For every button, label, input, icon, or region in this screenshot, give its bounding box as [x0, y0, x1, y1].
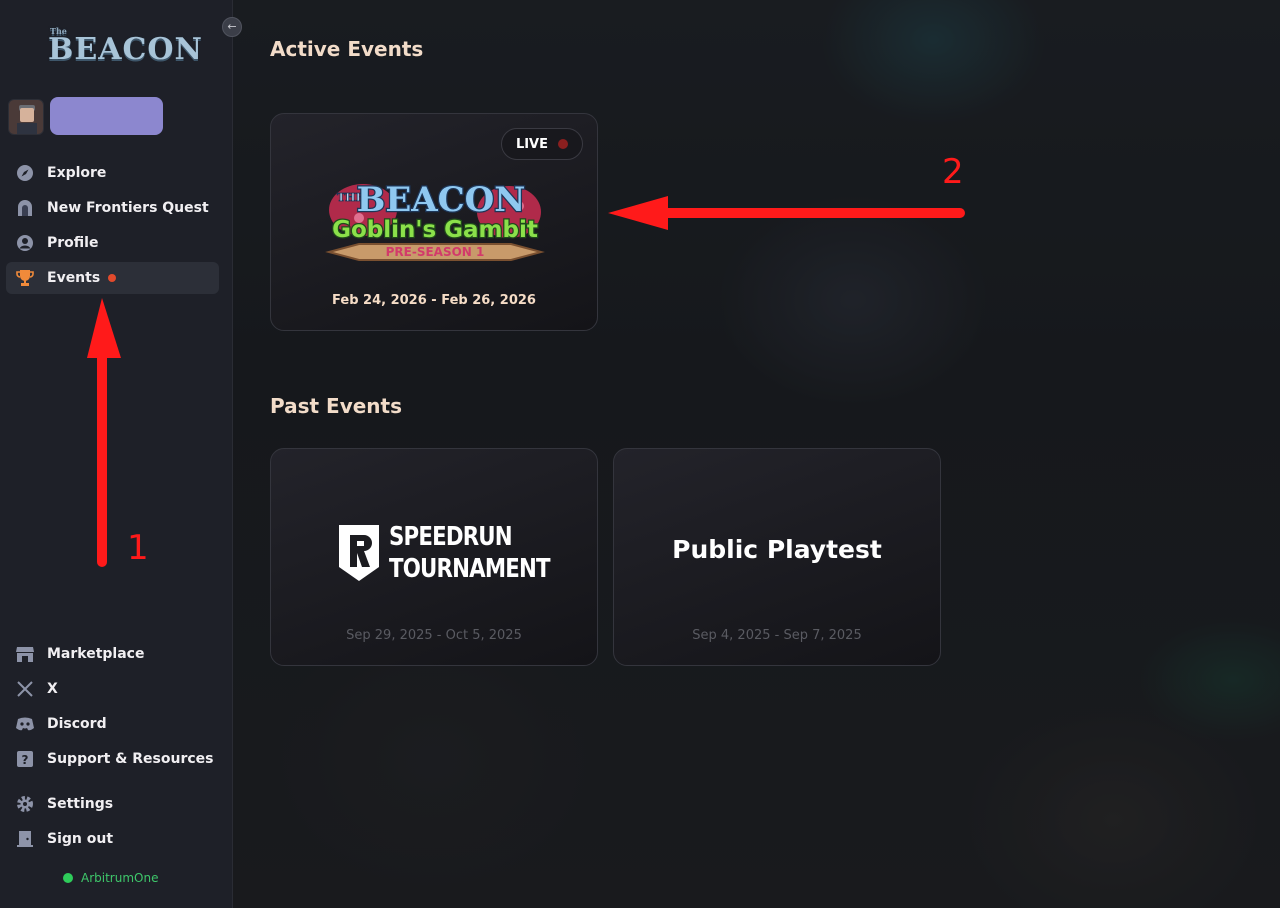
main-nav: Explore New Frontiers Quest Profile Even… [6, 157, 219, 297]
nav-item-x[interactable]: X [6, 673, 219, 705]
speedrun-shield-icon [339, 525, 379, 581]
collapse-sidebar-button[interactable]: ← [222, 17, 242, 37]
nav-item-profile[interactable]: Profile [6, 227, 219, 259]
nav-item-events[interactable]: Events [6, 262, 219, 294]
live-badge-label: LIVE [515, 136, 548, 152]
nav-item-marketplace[interactable]: Marketplace [6, 638, 219, 670]
logo-season-label: PRE-SEASON 1 [386, 245, 485, 259]
network-indicator[interactable]: ArbitrumOne [63, 871, 158, 885]
svg-text:?: ? [22, 753, 29, 767]
logo-title-text: BEACON [48, 32, 203, 67]
nav-label-support: Support & Resources [47, 751, 214, 767]
nav-item-settings[interactable]: Settings [6, 788, 219, 820]
nav-label-sign-out: Sign out [47, 831, 114, 847]
portal-icon [15, 198, 35, 218]
logo-subtitle-label: Goblin's Gambit [332, 217, 538, 243]
nav-label-new-frontiers-quest: New Frontiers Quest [47, 200, 209, 216]
event-dates: Feb 24, 2026 - Feb 26, 2026 [332, 293, 536, 308]
discord-icon [15, 714, 35, 734]
past-events-title: Past Events [270, 394, 403, 418]
sidebar: The BEACON Explore New Frontiers Quest P… [0, 0, 233, 908]
nav-item-discord[interactable]: Discord [6, 708, 219, 740]
playtest-title: Public Playtest [672, 535, 882, 564]
nav-item-sign-out[interactable]: Sign out [6, 823, 219, 855]
live-dot [558, 139, 568, 149]
logo-beacon-label: BEACON [357, 180, 526, 220]
event-card-goblins-gambit[interactable]: LIVE THE BEACON Goblin's Gambit PRE-SEAS… [270, 113, 598, 331]
compass-icon [15, 163, 35, 183]
event-dates: Sep 29, 2025 - Oct 5, 2025 [346, 628, 522, 643]
nav-label-settings: Settings [47, 796, 114, 812]
x-logo-icon [15, 679, 35, 699]
nav-item-new-frontiers-quest[interactable]: New Frontiers Quest [6, 192, 219, 224]
live-badge: LIVE [500, 128, 583, 160]
store-icon [15, 644, 35, 664]
speedrun-logo: SPEEDRUN TOURNAMENT [337, 521, 585, 585]
nav-label-discord: Discord [47, 716, 107, 732]
nav-label-explore: Explore [47, 165, 107, 181]
annotation-label-2: 2 [942, 152, 964, 192]
event-card-public-playtest[interactable]: Public Playtest Sep 4, 2025 - Sep 7, 202… [613, 448, 941, 666]
nav-item-explore[interactable]: Explore [6, 157, 219, 189]
network-status-dot [63, 873, 73, 883]
annotation-label-1: 1 [127, 528, 149, 568]
event-card-speedrun-tournament[interactable]: SPEEDRUN TOURNAMENT Sep 29, 2025 - Oct 5… [270, 448, 598, 666]
speedrun-title-line1: SPEEDRUN [389, 522, 513, 552]
beacon-logo[interactable]: The BEACON [44, 26, 202, 70]
user-circle-icon [15, 233, 35, 253]
username-pill[interactable] [50, 97, 163, 135]
arrow-left-icon: ← [227, 20, 237, 33]
nav-label-events: Events [47, 270, 101, 286]
question-icon: ? [15, 749, 35, 769]
goblins-gambit-logo: THE BEACON Goblin's Gambit PRE-SEASON 1 [325, 179, 545, 261]
secondary-nav: Marketplace X Discord ? Support & Resour… [6, 638, 219, 858]
network-name: ArbitrumOne [81, 871, 159, 885]
trophy-icon [15, 268, 35, 288]
gear-icon [15, 794, 35, 814]
event-dates: Sep 4, 2025 - Sep 7, 2025 [692, 628, 862, 643]
nav-label-marketplace: Marketplace [47, 646, 145, 662]
avatar[interactable] [8, 99, 44, 135]
nav-label-x: X [47, 681, 58, 697]
nav-item-support[interactable]: ? Support & Resources [6, 743, 219, 775]
nav-label-profile: Profile [47, 235, 99, 251]
speedrun-title-line2: TOURNAMENT [389, 554, 551, 584]
notification-dot [108, 274, 117, 282]
door-icon [15, 829, 35, 849]
active-events-title: Active Events [270, 37, 424, 61]
